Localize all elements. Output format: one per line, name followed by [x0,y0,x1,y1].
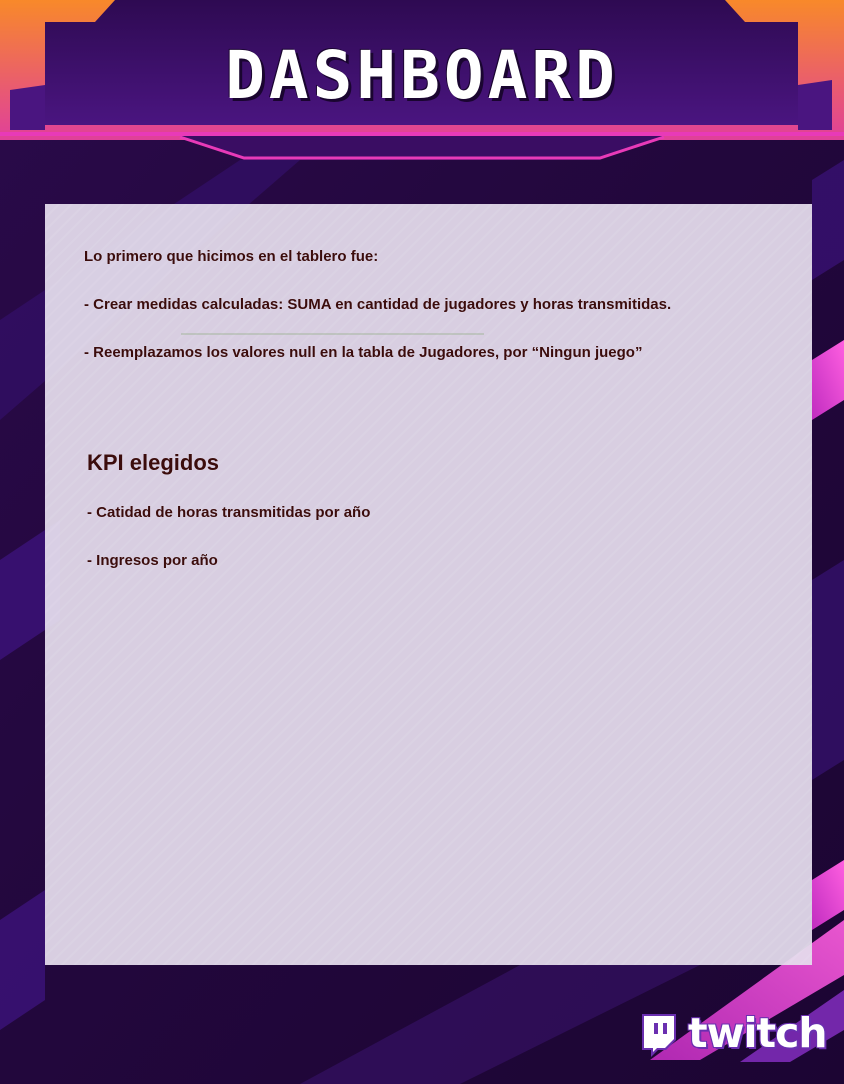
kpi-heading: KPI elegidos [87,450,220,475]
notes-intro: Lo primero que hicimos en el tablero fue… [84,248,379,265]
notes-item: - Reemplazamos los valores null en la ta… [84,344,643,361]
kpi-item: - Catidad de horas transmitidas por año [87,504,371,521]
twitch-glitch-icon [642,1014,676,1057]
page-title: DASHBOARD [225,37,619,114]
content-panel: Lo primero que hicimos en el tablero fue… [45,204,812,965]
twitch-wordmark: twitch [688,1009,828,1057]
twitch-logo: twitch [638,1010,828,1062]
kpi-item: - Ingresos por año [87,552,218,569]
panel-overlay [45,204,812,965]
divider [181,333,484,335]
notes-item: - Crear medidas calculadas: SUMA en cant… [84,296,672,313]
